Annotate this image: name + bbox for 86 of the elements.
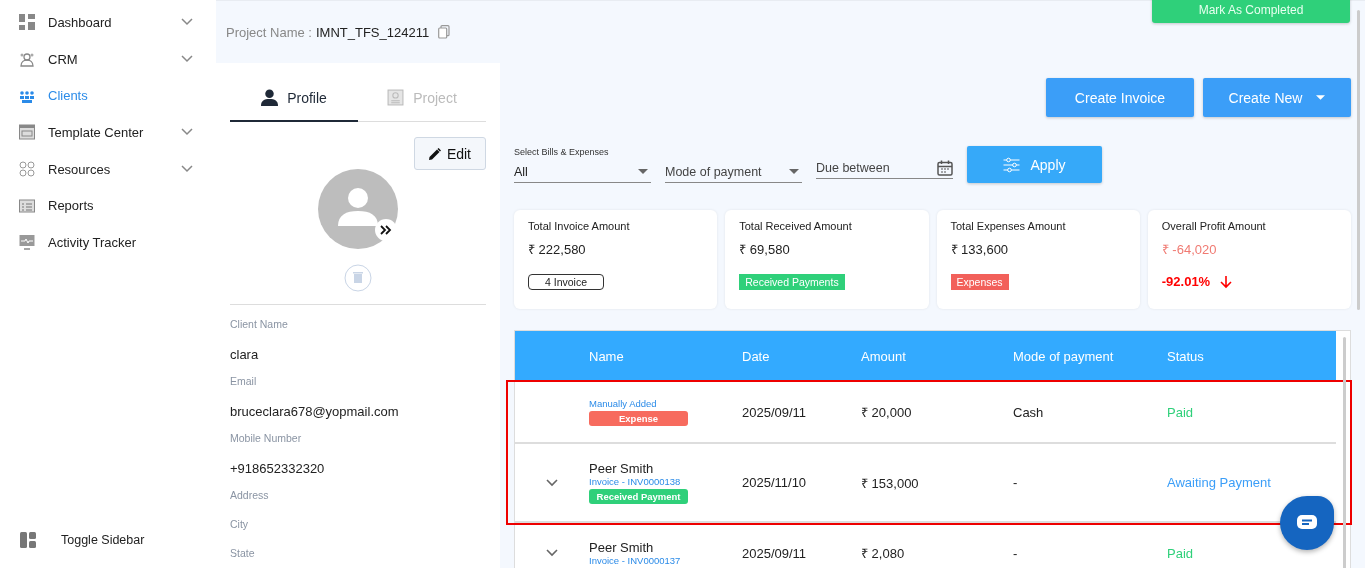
field-label: City [230, 518, 250, 532]
table-cell-text: 2025/09/11 [742, 404, 808, 420]
row-source-link[interactable]: Invoice - INV0000138 [589, 476, 681, 487]
arrow-down-icon [1219, 274, 1234, 289]
row-badge: Expense [589, 411, 688, 426]
sidebar-item[interactable]: Activity Tracker [0, 224, 216, 261]
column-header: Mode of payment [1013, 349, 1115, 364]
field-value: clara [230, 347, 260, 364]
status-text: Paid [1167, 404, 1195, 420]
card-title: Total Invoice Amount [528, 220, 630, 232]
project-name-label: Project Name : [226, 24, 312, 40]
calendar-icon [937, 159, 953, 176]
chevron-down-icon[interactable] [546, 549, 558, 557]
sidebar-item[interactable]: CRM [0, 40, 216, 78]
row-source-link[interactable]: Invoice - INV0000137 [589, 555, 681, 566]
field-label: Client Name [230, 318, 289, 332]
sidebar-item[interactable]: Dashboard [0, 4, 216, 41]
resources-icon [19, 161, 35, 178]
sidebar-item[interactable]: Template Center [0, 114, 216, 151]
table-cell-text: - [1013, 545, 1019, 561]
pencil-icon [428, 147, 441, 160]
table-cell-text: Cash [1013, 404, 1045, 420]
table-cell-text: 2025/09/11 [742, 545, 808, 561]
card-title: Total Received Amount [739, 220, 852, 232]
browser-window-icon [19, 124, 35, 141]
caret-icon [1316, 95, 1326, 100]
row-source-link[interactable]: Manually Added [589, 398, 657, 409]
toggle-sidebar-button[interactable]: Toggle Sidebar [0, 532, 216, 548]
person-icon [261, 89, 279, 106]
caret-icon [789, 169, 799, 174]
card-title: Overall Profit Amount [1161, 220, 1266, 232]
monitor-pulse-icon [19, 234, 35, 251]
row-name: Peer Smith [589, 461, 654, 476]
sidebar-item[interactable]: Reports [0, 187, 216, 225]
sliders-icon [1003, 156, 1021, 173]
chat-bubble-icon [1297, 515, 1317, 531]
edit-button[interactable]: Edit [413, 137, 486, 170]
double-chevron-icon[interactable] [375, 219, 397, 241]
chevron-down-icon [181, 165, 193, 174]
column-header: Name [589, 349, 625, 364]
chevron-down-icon [181, 18, 193, 27]
table-cell-text: - [1013, 475, 1019, 490]
card-badge: Received Payments [739, 274, 845, 290]
status-text: Paid [1167, 545, 1195, 561]
sidebar-item[interactable]: Resources [0, 150, 216, 188]
select-label: Select Bills & Expenses [514, 147, 610, 157]
certificate-icon [387, 89, 405, 106]
card-amount: ₹ 222,580 [528, 241, 586, 258]
card-amount: ₹ 133,600 [950, 241, 1009, 258]
table-cell-text: ₹ 2,080 [861, 545, 906, 562]
status-text: Awaiting Payment [1167, 475, 1272, 490]
field-label: Mobile Number [230, 432, 303, 446]
profit-percentage: -92.01% [1161, 274, 1211, 289]
row-name: Peer Smith [589, 540, 654, 555]
card-amount: ₹ 69,580 [739, 241, 790, 258]
field-label: Address [230, 489, 270, 503]
column-header: Status [1167, 349, 1205, 364]
project-name-value: IMNT_TFS_124211 [316, 24, 430, 40]
chevron-down-icon [181, 55, 193, 64]
bills-select[interactable]: All [514, 161, 651, 183]
sidebar-item[interactable]: Clients [0, 77, 216, 115]
field-value: +918652332320 [230, 461, 326, 478]
chevron-down-icon [181, 128, 193, 137]
payment-mode-select[interactable]: Mode of payment [665, 161, 802, 183]
field-label: Email [230, 375, 258, 389]
card-badge: 4 Invoice [528, 274, 605, 290]
table-cell-text: 2025/11/10 [742, 475, 808, 490]
table-cell-text: ₹ 153,000 [861, 474, 920, 492]
sidebar-layout-icon [20, 532, 36, 548]
due-date-field[interactable]: Due between [816, 157, 953, 179]
card-amount: ₹ -64,020 [1161, 241, 1217, 258]
list-document-icon [19, 197, 35, 214]
card-title: Total Expenses Amount [950, 220, 1066, 232]
caret-icon [638, 169, 648, 174]
copy-icon[interactable] [438, 25, 451, 39]
column-header: Date [742, 349, 771, 364]
field-label: State [230, 547, 256, 561]
row-badge: Received Payment [589, 489, 688, 504]
table-cell-text: ₹ 20,000 [861, 404, 913, 421]
chevron-down-icon[interactable] [546, 478, 558, 487]
card-badge: Expenses [950, 274, 1009, 290]
dashboard-grid-icon [19, 14, 35, 31]
column-header: Amount [861, 349, 907, 364]
people-group-icon [19, 51, 35, 68]
profile-tab[interactable]: Profile [230, 75, 358, 122]
field-value: bruceclara678@yopmail.com [230, 404, 400, 421]
